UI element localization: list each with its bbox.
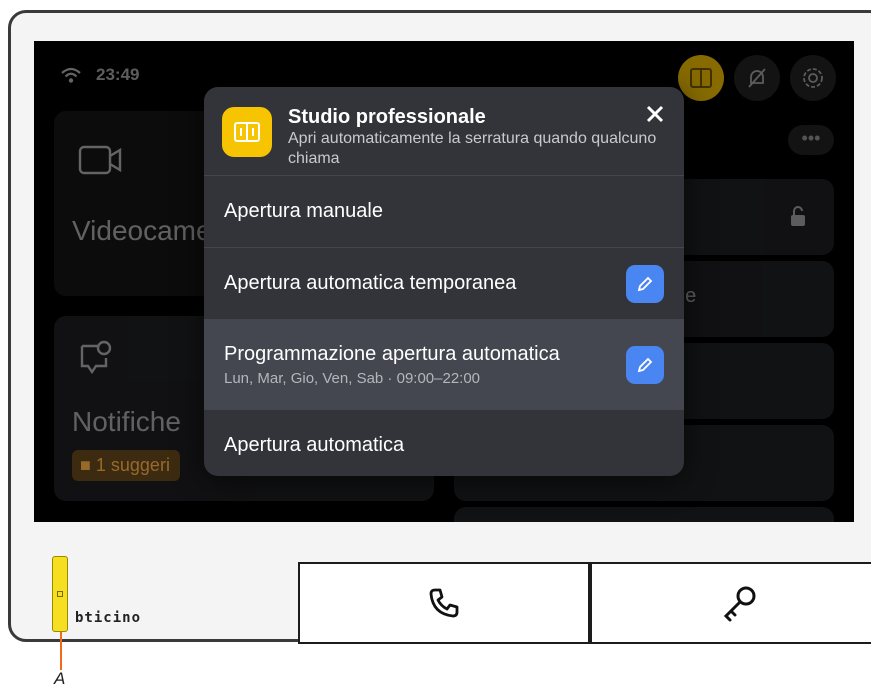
call-key[interactable] [298,562,590,644]
video-camera-icon [78,145,122,175]
callout-label: A [54,669,66,688]
edit-schedule-button[interactable] [626,345,664,384]
door-mode-dialog: Studio professionale Apri automaticament… [204,87,684,476]
dialog-subtitle: Apri automaticamente la serratura quando… [288,130,657,167]
edit-temporary-button[interactable] [626,264,664,303]
more-options-button[interactable]: ••• [788,125,834,155]
bell-off-icon[interactable] [734,55,780,101]
option-manual-opening[interactable]: Apertura manuale [204,175,684,247]
option-auto-opening[interactable]: Apertura automatica [204,409,684,476]
touch-screen: 23:49 Videocame Notifiche ■ 1 suggeri •• [34,41,854,522]
top-icon-bar [678,55,836,101]
dialog-header: Studio professionale Apri automaticament… [204,87,684,175]
schedule-summary: Lun, Mar, Gio, Ven, Sab · 09:00–22:00 [224,369,481,387]
phone-icon [429,588,459,618]
option-temporary-auto-opening[interactable]: Apertura automatica temporanea [204,247,684,319]
door-panel-icon[interactable] [678,55,724,101]
video-label: Videocame [72,215,212,246]
brand-logo: bticino [75,610,142,626]
wifi-icon [61,67,81,83]
option-scheduled-auto-opening[interactable]: Programmazione apertura automatica Lun, … [204,319,684,409]
notifications-label: Notifiche [72,406,181,437]
close-icon[interactable] [640,99,670,129]
dialog-title: Studio professionale [288,106,486,128]
key-icon [723,586,756,622]
suggestion-badge: ■ 1 suggeri [72,450,180,481]
status-led [52,556,68,632]
pencil-icon [637,357,653,372]
gear-icon[interactable] [790,55,836,101]
right-card-5[interactable] [454,507,834,522]
clock-time: 23:49 [96,65,140,84]
pencil-icon [637,276,653,291]
office-door-icon [222,107,272,157]
suggestion-icon: ■ [80,455,91,475]
callout-line [60,632,62,670]
door-key[interactable] [590,562,871,644]
status-bar: 23:49 [60,65,139,85]
chat-bubble-icon [80,340,112,375]
stage: 23:49 Videocame Notifiche ■ 1 suggeri •• [0,0,871,688]
unlock-icon [791,206,805,226]
